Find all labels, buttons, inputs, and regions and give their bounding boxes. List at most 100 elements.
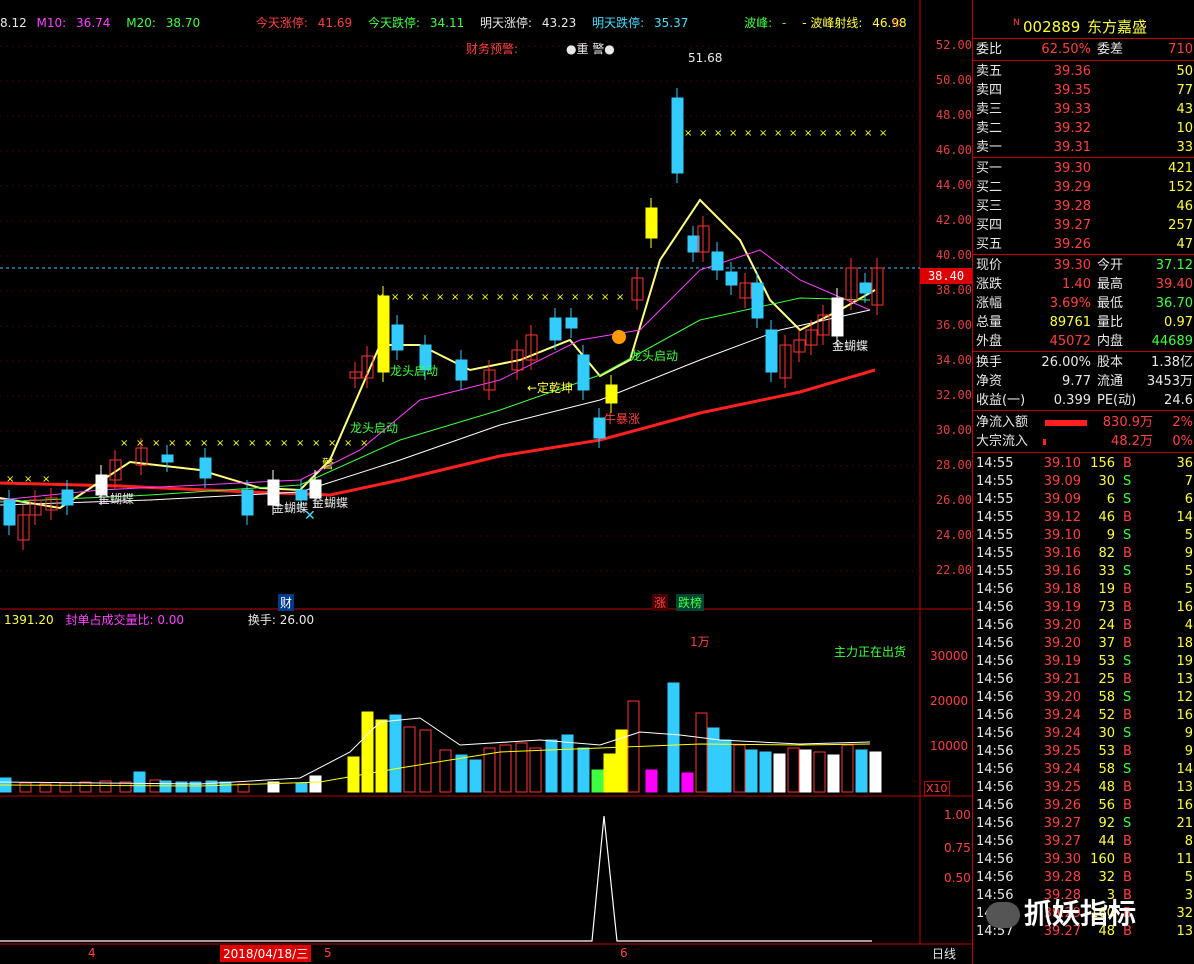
stats-row: 换手 26.00% 股本 1.38亿 [973,353,1194,372]
tick-row: 14:55 39.16 33 S 5 [973,563,1194,581]
price-axis-label: 28.00 [935,458,972,472]
ding-qian-kun-label: ←定乾坤 [527,381,574,395]
tick-time: 14:55 [976,546,1014,561]
price-axis-label: 38.00 [935,283,972,297]
diamond-icon[interactable]: ◇ [892,15,901,29]
tick-time: 14:56 [976,582,1014,597]
quote-value-2: 37.12 [1155,258,1193,273]
tick-price: 39.18 [1043,582,1081,597]
x10-marker[interactable]: X10 [924,781,950,796]
stock-code: 002889 [1023,18,1081,36]
today-limit-down-value: 34.11 [429,16,465,30]
tick-price: 39.25 [1043,780,1081,795]
svg-text:×: × [451,292,459,303]
svg-text:×: × [296,438,304,449]
svg-text:×: × [216,438,224,449]
svg-text:×: × [312,438,320,449]
ask-price: 39.36 [1053,64,1091,79]
price-axis-label: 34.00 [935,353,972,367]
quote-row: 外盘 45072 内盘 44689 [973,332,1194,351]
period-label[interactable]: 日线 [932,945,956,962]
tick-volume: 30 [1098,726,1115,741]
tick-count: 8 [1184,834,1193,849]
tick-price: 39.09 [1043,474,1081,489]
flow-row: 大宗流入 48.2万 0% [973,432,1194,451]
tick-side: S [1123,726,1132,741]
svg-text:×: × [789,128,797,139]
svg-text:×: × [391,292,399,303]
tick-row: 14:56 39.25 53 B 9 [973,743,1194,761]
bid-price: 39.28 [1053,199,1091,214]
svg-text:×: × [42,474,50,485]
quote-row: 总量 89761 量比 0.97 [973,313,1194,332]
price-axis-label: 48.00 [935,108,972,122]
quote-value: 39.30 [1053,258,1091,273]
golden-butterfly-label-3: 金蝴蝶 [312,496,349,510]
ask-volume: 10 [1176,121,1193,136]
svg-text:×: × [714,128,722,139]
golden-butterfly-label-2: 金蝴蝶 [272,501,309,515]
svg-text:×: × [232,438,240,449]
tick-side: B [1123,708,1132,723]
dieting-tag[interactable]: 跌榜 [676,594,705,611]
today-limit-down-label: 今天跌停: [367,16,421,30]
tick-row: 14:56 39.20 37 B 18 [973,635,1194,653]
tick-price: 39.30 [1043,852,1081,867]
tick-price: 39.10 [1043,528,1081,543]
svg-text:×: × [526,292,534,303]
svg-text:×: × [344,438,352,449]
turnover-value: 26.00 [279,613,315,627]
tick-side: S [1123,690,1132,705]
finance-tag[interactable]: 财 [278,594,295,611]
tick-count: 12 [1176,690,1193,705]
tomorrow-limit-down-value: 35.37 [653,16,689,30]
kline-chart-area[interactable]: × × × × × × × × × × × × × × × × × × × × × × × × × × × × × × × × × × × × × × × ×… [0,0,1136,964]
tick-volume: 73 [1098,600,1115,615]
svg-text:×: × [849,128,857,139]
tick-row: 14:56 39.18 19 B 5 [973,581,1194,599]
svg-text:×: × [168,438,176,449]
tick-side: B [1123,636,1132,651]
niu-bao-zhang-label: 牛暴涨 [604,412,641,426]
bid-volume: 47 [1176,237,1193,252]
tick-side: S [1123,762,1132,777]
date-tag: 2018/04/18/三 [220,945,312,962]
tick-side: B [1123,798,1132,813]
tick-row: 14:55 39.09 30 S 7 [973,473,1194,491]
stock-header[interactable]: N 002889 东方嘉盛 [973,16,1194,38]
golden-butterfly-label-1: 金蝴蝶 [98,492,135,506]
stats-value-2: 24.6 [1164,393,1193,408]
quote-label: 涨跌 [976,277,1003,292]
zhang-tag[interactable]: 涨 [652,594,669,611]
tick-time: 14:56 [976,798,1014,813]
bid-row: 买三 39.28 46 [973,197,1194,216]
svg-text:×: × [571,292,579,303]
tick-price: 39.16 [1043,546,1081,561]
tick-side: B [1123,852,1132,867]
tick-price: 39.10 [1043,456,1081,471]
quote-label-2: 最低 [1097,296,1124,311]
svg-text:×: × [879,128,887,139]
tick-volume: 9 [1106,528,1115,543]
bid-label: 买二 [976,180,1003,195]
ma10-value: 36.74 [76,16,111,30]
price-axis-label: 22.00 [935,563,972,577]
bid-row: 买二 39.29 152 [973,178,1194,197]
signal-dot-icon [612,330,626,344]
bid-volume: 257 [1168,218,1193,233]
tick-row: 14:55 39.10 156 B 36 [973,455,1194,473]
svg-text:×: × [136,438,144,449]
bottom-axis-050: 0.50 [944,871,971,885]
tick-side: B [1123,672,1132,687]
svg-text:×: × [774,128,782,139]
svg-text:×: × [376,292,384,303]
tick-volume: 44 [1098,834,1115,849]
tick-volume: 6 [1106,492,1115,507]
tick-row: 14:55 39.10 9 S 5 [973,527,1194,545]
tick-side: S [1123,564,1132,579]
tick-row: 14:55 39.09 6 S 6 [973,491,1194,509]
stats-value: 9.77 [1062,374,1091,389]
tick-price: 39.19 [1043,654,1081,669]
price-axis-label: 26.00 [935,493,972,507]
tick-row: 14:56 39.20 24 B 4 [973,617,1194,635]
